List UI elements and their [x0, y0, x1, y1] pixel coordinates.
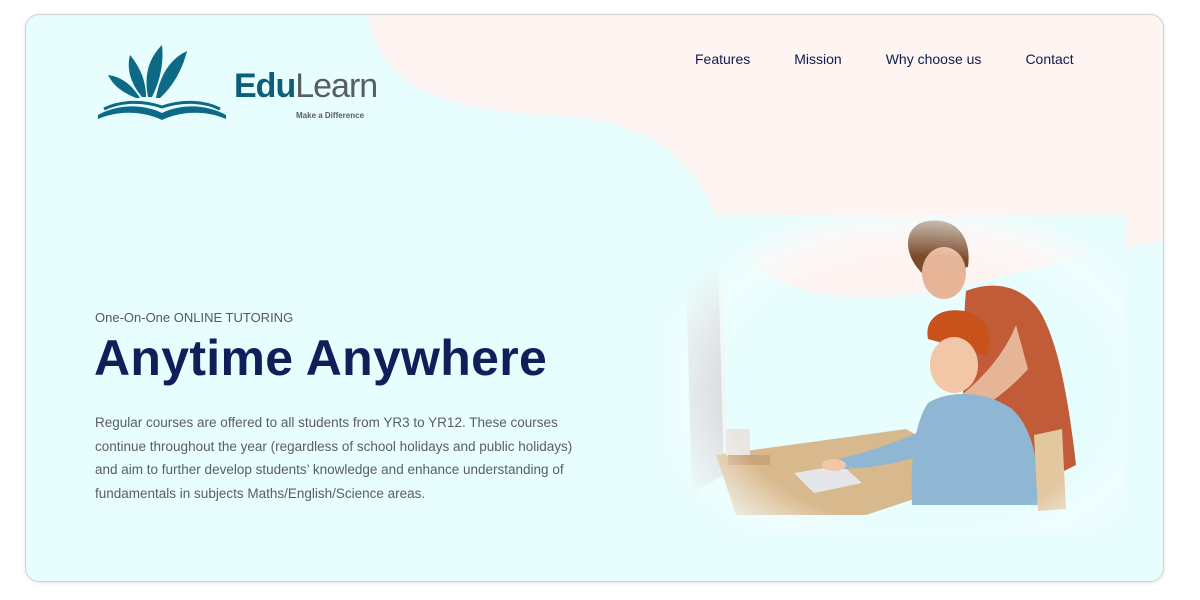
mother-and-son-at-computer-photo — [666, 215, 1126, 535]
nav-why-choose-us[interactable]: Why choose us — [886, 51, 982, 67]
hero-eyebrow: One-On-One ONLINE TUTORING — [95, 310, 294, 325]
logo-tagline: Make a Difference — [296, 111, 365, 120]
nav-features[interactable]: Features — [695, 51, 750, 67]
logo-learn: Learn — [295, 67, 378, 105]
page-frame: EduLearn Make a Difference Features Miss… — [25, 14, 1164, 582]
nav-mission[interactable]: Mission — [794, 51, 841, 67]
edulearn-logo[interactable]: EduLearn Make a Difference — [96, 31, 378, 123]
logo-wordmark: EduLearn — [234, 67, 378, 105]
logo-edu: Edu — [234, 67, 296, 105]
book-with-leaves-icon — [98, 45, 226, 120]
main-nav: Features Mission Why choose us Contact — [695, 51, 1074, 67]
nav-contact[interactable]: Contact — [1025, 51, 1073, 67]
hero-description: Regular courses are offered to all stude… — [95, 415, 573, 501]
hero-headline: Anytime Anywhere — [94, 330, 548, 386]
